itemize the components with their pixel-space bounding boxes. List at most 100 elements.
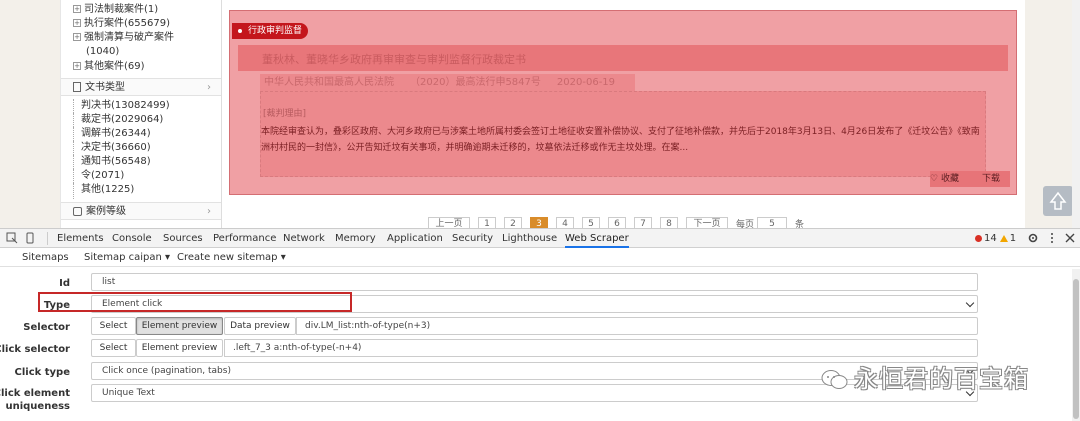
court-document-website: + 司法制裁案件(1) + 执行案件(655679) + 强制清算与破产案件 (104… <box>0 0 1080 231</box>
watermark-text: 永恒君的百宝箱 <box>854 365 1029 393</box>
caret-down-icon: ▾ <box>280 252 286 263</box>
close-icon[interactable] <box>1064 232 1076 244</box>
tree-item-label: 其他案件(69) <box>84 61 145 72</box>
case-number: （2020）最高法行申5847号 <box>410 77 541 88</box>
click-uniqueness-label-line2: uniqueness <box>5 401 70 412</box>
tab-memory[interactable]: Memory <box>335 229 376 248</box>
screenshot-root: + 司法制裁案件(1) + 执行案件(655679) + 强制清算与破产案件 (104… <box>0 0 1080 421</box>
issues-counter[interactable]: 14 1 <box>975 229 1016 248</box>
data-preview-button[interactable]: Data preview <box>224 317 296 335</box>
warning-count: 1 <box>1009 233 1017 244</box>
doc-type-other[interactable]: 其他(1225) <box>72 183 134 199</box>
create-sitemap-dropdown[interactable]: Create new sitemap ▾ <box>177 249 286 267</box>
error-count: 14 <box>984 233 997 244</box>
download-label: 下载 <box>982 174 1001 184</box>
thumbs-up-icon <box>73 206 82 216</box>
wechat-watermark: 永恒君的百宝箱 <box>820 359 1029 394</box>
devtools-panel: Elements Console Sources Performance Net… <box>0 228 1080 421</box>
type-annotation-box <box>38 292 352 312</box>
page-scrollbar[interactable] <box>1072 0 1080 228</box>
doc-type-section-header[interactable]: 文书类型 › <box>61 78 221 96</box>
favorite-label: 收藏 <box>940 174 959 184</box>
doc-type-decision[interactable]: 决定书(36660) <box>73 141 151 157</box>
tree-item-label: 强制清算与破产案件 <box>84 32 174 43</box>
tree-item-label: 司法制裁案件(1) <box>84 4 159 15</box>
selector-input[interactable]: div.LM_list:nth-of-type(n+3) <box>296 317 978 335</box>
id-label: Id <box>59 278 70 289</box>
device-toolbar-icon[interactable] <box>24 232 36 244</box>
chevron-right-icon: › <box>207 82 211 93</box>
result-title-link[interactable]: 董秋林、董晓华乡政府再审审查与审判监督行政裁定书 <box>262 51 526 67</box>
tree-item-count: (1040) <box>86 46 120 57</box>
page-margin-left <box>0 0 60 230</box>
court-name: 中华人民共和国最高人民法院 <box>264 77 394 88</box>
download-button[interactable]: 下载 <box>982 171 1000 187</box>
doc-type-label: 决定书(36660) <box>81 142 151 153</box>
reason-label: [裁判理由] <box>263 109 307 119</box>
tree-item-label: 执行案件(655679) <box>84 18 170 29</box>
tree-item-liquidation[interactable]: + 强制清算与破产案件 <box>73 31 174 45</box>
favorite-button[interactable]: ♡ 收藏 <box>930 171 959 187</box>
select-button[interactable]: Select <box>91 317 136 335</box>
badge-label: 行政审判监督 <box>248 26 303 36</box>
click-selector-label: Click selector <box>0 344 70 355</box>
caret-down-icon: ▾ <box>165 252 171 263</box>
element-preview-button[interactable]: Element preview <box>136 317 223 335</box>
result-meta: 中华人民共和国最高人民法院 （2020）最高法行申5847号 2020-06-19 <box>260 74 636 91</box>
doc-type-label: 调解书(26344) <box>81 128 151 139</box>
tab-security[interactable]: Security <box>452 229 493 248</box>
web-scraper-subnav: Sitemaps Sitemap caipan ▾ Create new sit… <box>0 249 1080 267</box>
click-selector-input[interactable]: .left_7_3 a:nth-of-type(-n+4) <box>224 339 978 357</box>
filter-tree-sidebar: + 司法制裁案件(1) + 执行案件(655679) + 强制清算与破产案件 (104… <box>60 0 222 228</box>
tree-item-execution[interactable]: + 执行案件(655679) <box>73 17 170 31</box>
selector-label: Selector <box>23 322 70 333</box>
inspect-element-icon[interactable] <box>6 232 18 244</box>
expand-icon[interactable]: + <box>73 62 81 70</box>
click-uniqueness-label-line1: Click element <box>0 388 70 399</box>
tab-network[interactable]: Network <box>283 229 325 248</box>
section-title: 案例等级 <box>86 206 126 217</box>
doc-type-notice[interactable]: 通知书(56548) <box>73 155 151 171</box>
reason-box: [裁判理由] 本院经审查认为，叠彩区政府、大河乡政府已与涉案土地所属村委会签订土… <box>260 91 986 177</box>
doc-type-order[interactable]: 令(2071) <box>72 169 125 185</box>
expand-icon[interactable]: + <box>73 5 81 13</box>
click-select-button[interactable]: Select <box>91 339 136 357</box>
sitemap-dropdown[interactable]: Sitemap caipan ▾ <box>84 249 170 267</box>
wechat-icon <box>821 370 848 389</box>
result-actions: ♡ 收藏 下载 <box>930 171 1010 187</box>
doc-type-judgment[interactable]: 判决书(13082499) <box>73 99 170 115</box>
expand-icon[interactable]: + <box>73 19 81 27</box>
click-element-preview-button[interactable]: Element preview <box>136 339 223 357</box>
section-title: 文书类型 <box>85 82 125 93</box>
sitemaps-link[interactable]: Sitemaps <box>22 249 69 267</box>
doc-type-ruling[interactable]: 裁定书(2029064) <box>72 113 163 129</box>
gear-icon[interactable] <box>1027 232 1039 244</box>
devtools-tabbar: Elements Console Sources Performance Net… <box>0 229 1080 248</box>
tab-performance[interactable]: Performance <box>213 229 276 248</box>
id-input[interactable]: list <box>91 273 978 291</box>
tab-application[interactable]: Application <box>387 229 443 248</box>
doc-type-label: 判决书(13082499) <box>81 100 170 111</box>
tab-sources[interactable]: Sources <box>163 229 203 248</box>
highlighted-result-item[interactable]: 行政审判监督 董秋林、董晓华乡政府再审审查与审判监督行政裁定书 中华人民共和国最… <box>229 10 1017 195</box>
tab-console[interactable]: Console <box>112 229 152 248</box>
tab-web-scraper[interactable]: Web Scraper <box>565 229 629 248</box>
case-type-badge: 行政审判监督 <box>232 23 309 39</box>
tab-lighthouse[interactable]: Lighthouse <box>502 229 557 248</box>
expand-icon[interactable]: + <box>73 33 81 41</box>
doc-type-label: 通知书(56548) <box>81 156 151 167</box>
case-level-section-header[interactable]: 案例等级 › <box>61 202 221 220</box>
judgment-date: 2020-06-19 <box>556 77 616 88</box>
result-title-bar: 董秋林、董晓华乡政府再审审查与审判监督行政裁定书 <box>238 45 1008 71</box>
tree-item-other-cases[interactable]: + 其他案件(69) <box>73 60 145 74</box>
tab-elements[interactable]: Elements <box>57 229 104 248</box>
doc-type-label: 令(2071) <box>81 170 125 181</box>
error-icon <box>975 234 982 242</box>
back-to-top-button[interactable] <box>1043 186 1073 216</box>
click-type-label: Click type <box>14 367 71 378</box>
devtools-scrollbar[interactable] <box>1072 269 1080 421</box>
doc-type-mediation[interactable]: 调解书(26344) <box>73 127 151 143</box>
scrollbar-thumb[interactable] <box>1073 279 1079 419</box>
tree-item-judicial-sanction[interactable]: + 司法制裁案件(1) <box>73 3 158 17</box>
more-options-icon[interactable] <box>1046 232 1058 244</box>
